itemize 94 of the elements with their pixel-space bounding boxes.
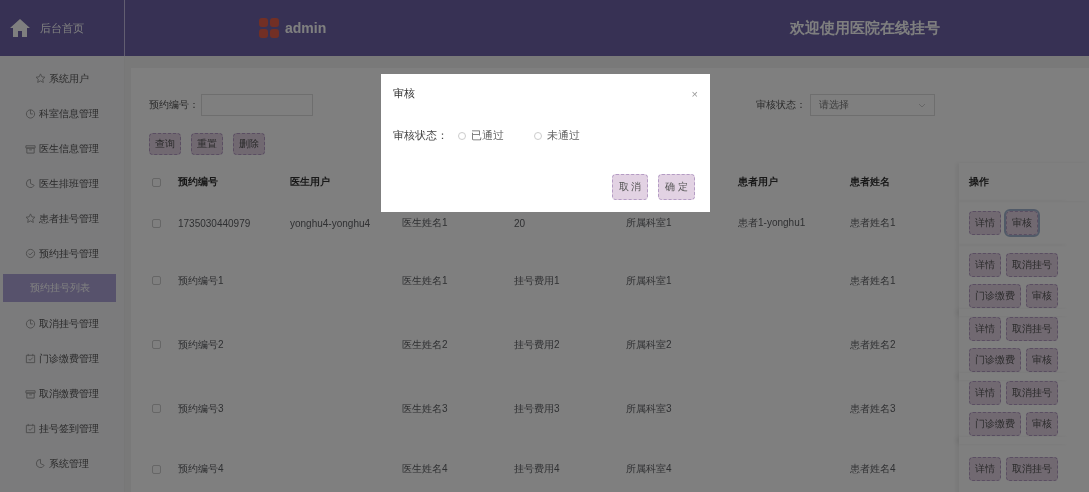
clock-icon	[25, 108, 36, 119]
row-checkbox[interactable]	[152, 218, 161, 228]
row-action-button[interactable]: 取消挂号	[1006, 317, 1058, 341]
row-checkbox[interactable]	[152, 340, 161, 349]
field-label: 审核状态：	[756, 98, 806, 112]
close-button[interactable]: ×	[691, 87, 698, 100]
sidebar-item[interactable]: 患者挂号管理	[3, 201, 121, 236]
table-cell: 患者姓名3	[850, 402, 896, 414]
logo-icon	[259, 18, 279, 38]
row-action-button[interactable]: 详情	[969, 457, 1001, 481]
table-cell: 所属科室3	[626, 402, 672, 414]
column-header: 医生用户	[290, 176, 330, 187]
row-checkbox[interactable]	[152, 276, 161, 285]
table-cell: 医生姓名1	[402, 274, 448, 286]
row-action-button[interactable]: 审核	[1006, 211, 1038, 235]
column-header: 患者用户	[738, 176, 778, 187]
sidebar-item[interactable]: 取消挂号管理	[3, 306, 121, 341]
clock-icon	[25, 318, 36, 329]
toolbar-button[interactable]: 删除	[233, 133, 265, 155]
sidebar-item[interactable]: 科室信息管理	[3, 96, 121, 131]
row-action-button[interactable]: 详情	[969, 211, 1001, 235]
table-cell: 预约编号4	[178, 463, 224, 474]
sidebar-item[interactable]: 门诊缴费管理	[3, 341, 121, 376]
row-checkbox[interactable]	[152, 464, 161, 474]
status-radio[interactable]: 已通过	[458, 129, 504, 143]
column-header: 预约编号	[178, 176, 218, 187]
table-cell: 患者姓名1	[850, 217, 896, 228]
sidebar-item[interactable]: 医生信息管理	[3, 131, 121, 166]
table-cell: 挂号费用2	[514, 338, 560, 350]
gift-box-icon	[25, 143, 36, 154]
table-cell: 挂号费用3	[514, 402, 560, 414]
table-cell: 所属科室2	[626, 338, 672, 350]
table-cell: 患者姓名4	[850, 463, 896, 474]
table-cell: 医生姓名3	[402, 402, 448, 414]
calendar-check-icon	[25, 423, 36, 434]
table-cell: 患者姓名2	[850, 338, 896, 350]
table-cell: 预约编号2	[178, 338, 224, 350]
home-link[interactable]: 后台首页	[40, 20, 84, 36]
table-cell: 20	[514, 217, 526, 229]
row-action-button[interactable]: 详情	[969, 253, 1001, 277]
table-cell: 挂号费用1	[514, 274, 560, 286]
sidebar-item[interactable]: 预约挂号管理	[3, 236, 121, 271]
pie-chart-icon	[25, 178, 36, 189]
table-cell: 医生姓名4	[402, 463, 448, 474]
row-action-button[interactable]: 取消挂号	[1006, 253, 1058, 277]
table-cell: 医生姓名2	[402, 338, 448, 350]
column-header: 患者姓名	[850, 176, 890, 187]
table-cell: 1735030440979	[178, 217, 251, 229]
table-cell: 预约编号1	[178, 274, 224, 286]
row-action-button[interactable]: 门诊缴费	[969, 284, 1021, 308]
field-label: 预约编号：	[149, 98, 199, 112]
select-all-checkbox[interactable]	[152, 177, 161, 187]
row-action-button[interactable]: 取消挂号	[1006, 457, 1058, 481]
sidebar-item[interactable]: 挂号签到管理	[3, 411, 121, 446]
welcome-title: 欢迎使用医院在线挂号	[790, 18, 940, 38]
row-checkbox[interactable]	[152, 404, 161, 413]
table-cell: yonghu4-yonghu4	[290, 217, 371, 229]
star-icon	[25, 213, 36, 224]
row-action-button[interactable]: 审核	[1026, 348, 1058, 372]
pie-chart-icon	[35, 458, 46, 469]
table-cell: 所属科室4	[626, 463, 672, 474]
table-cell: 挂号费用4	[514, 463, 560, 474]
calendar-check-icon	[25, 353, 36, 364]
status-radio[interactable]: 未通过	[534, 129, 580, 143]
sidebar-item[interactable]: 系统管理	[3, 446, 121, 481]
dialog-button[interactable]: 确 定	[658, 174, 695, 200]
star-icon	[35, 73, 46, 84]
row-action-button[interactable]: 详情	[969, 381, 1001, 405]
chevron-down-icon	[918, 102, 926, 108]
sidebar-item[interactable]: 医生排班管理	[3, 166, 121, 201]
sidebar-item[interactable]: 系统用户	[3, 61, 121, 96]
table-cell: 医生姓名1	[402, 217, 448, 228]
table-cell: 所属科室1	[626, 274, 672, 286]
table-cell: 患者姓名1	[850, 274, 896, 286]
check-circle-icon	[25, 248, 36, 259]
toolbar-button[interactable]: 查询	[149, 133, 181, 155]
table-cell: 所属科室1	[626, 217, 672, 228]
dialog-title: 审核	[393, 86, 415, 101]
column-header: 操作	[969, 175, 989, 189]
field-label: 审核状态：	[393, 129, 448, 143]
sidebar-item[interactable]: 取消缴费管理	[3, 376, 121, 411]
row-action-button[interactable]: 门诊缴费	[969, 348, 1021, 372]
status-dropdown[interactable]: 请选择	[810, 94, 935, 116]
table-cell: 预约编号3	[178, 402, 224, 414]
row-action-button[interactable]: 门诊缴费	[969, 412, 1021, 436]
table-cell: 患者1-yonghu1	[738, 217, 806, 228]
row-action-button[interactable]: 取消挂号	[1006, 381, 1058, 405]
gift-box-icon	[25, 388, 36, 399]
dialog-button[interactable]: 取 消	[611, 174, 649, 200]
home-icon[interactable]	[9, 18, 31, 38]
row-action-button[interactable]: 审核	[1026, 284, 1058, 308]
row-action-button[interactable]: 详情	[969, 317, 1001, 341]
row-action-button[interactable]: 审核	[1026, 412, 1058, 436]
brand-name: admin	[285, 20, 327, 36]
